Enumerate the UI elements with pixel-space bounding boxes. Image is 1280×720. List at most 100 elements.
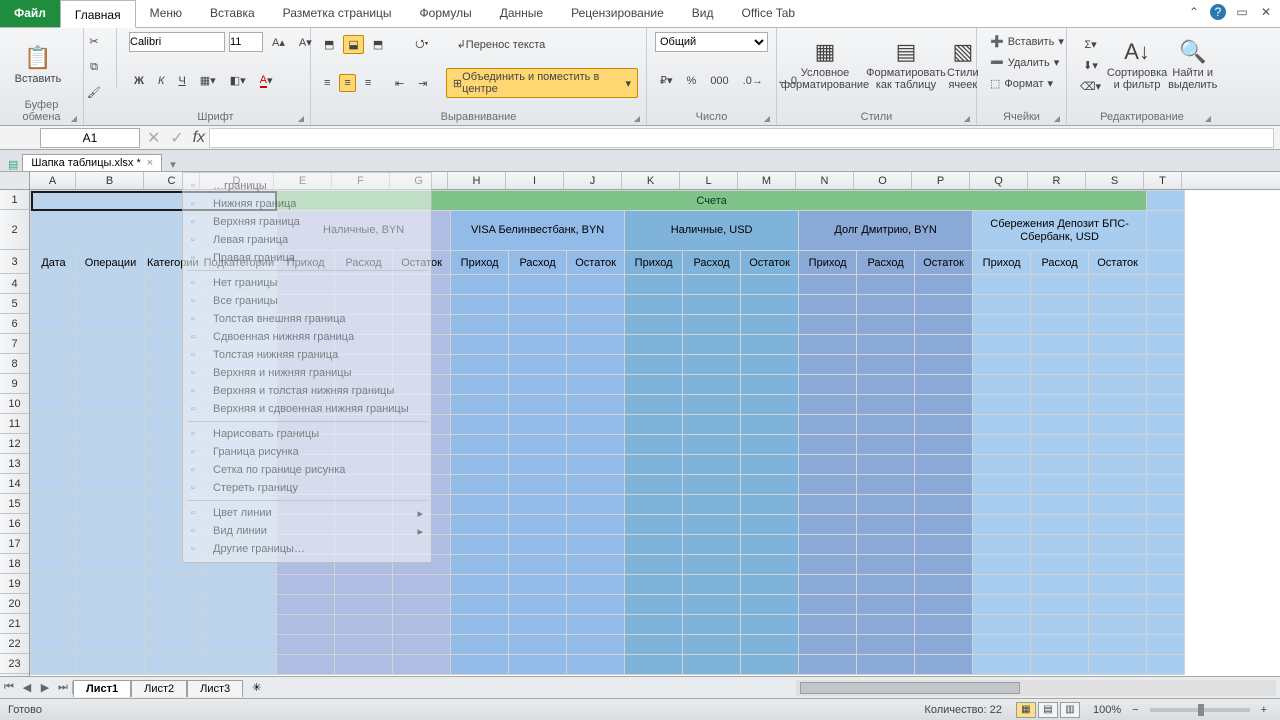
cell-L6[interactable] [683,315,741,335]
cell-O18[interactable] [857,555,915,575]
cell-M4[interactable] [741,275,799,295]
cell-K11[interactable] [625,415,683,435]
font-name-input[interactable] [129,32,225,52]
workbook-tab[interactable]: Шапка таблицы.xlsx *× [22,154,162,171]
cell-H17[interactable] [451,535,509,555]
cell-Q7[interactable] [973,335,1031,355]
cell-D23[interactable] [201,655,276,675]
col-header-O[interactable]: O [854,172,912,189]
cell-R14[interactable] [1031,475,1089,495]
cell-C19[interactable] [145,575,202,595]
cell-S10[interactable] [1089,395,1147,415]
cell-I12[interactable] [509,435,567,455]
cell-K22[interactable] [625,635,683,655]
cell-J16[interactable] [567,515,625,535]
italic-button[interactable]: К [153,72,169,90]
cell-M21[interactable] [741,615,799,635]
row-header-3[interactable]: 3 [0,250,29,274]
view-layout-button[interactable]: ▤ [1038,702,1058,718]
cut-button[interactable]: ✂ [84,32,104,51]
cell-N11[interactable] [799,415,857,435]
cell-Q14[interactable] [973,475,1031,495]
cell-R11[interactable] [1031,415,1089,435]
cell-Q11[interactable] [973,415,1031,435]
cell-R4[interactable] [1031,275,1089,295]
cell-R20[interactable] [1031,595,1089,615]
cell-P15[interactable] [915,495,973,515]
conditional-format-button[interactable]: ▦Условное форматирование [785,32,865,98]
font-size-input[interactable] [229,32,263,52]
cell-H18[interactable] [451,555,509,575]
cell-T14[interactable] [1147,475,1185,495]
base-header-1[interactable]: Операции [77,251,145,275]
cell-O4[interactable] [857,275,915,295]
row-header-21[interactable]: 21 [0,614,29,634]
col-header-P[interactable]: P [912,172,970,189]
cell-J5[interactable] [567,295,625,315]
cell-S11[interactable] [1089,415,1147,435]
cell-R6[interactable] [1031,315,1089,335]
cell-Q16[interactable] [973,515,1031,535]
cell-N21[interactable] [799,615,857,635]
cell-L16[interactable] [683,515,741,535]
window-close-icon[interactable]: ✕ [1258,4,1274,20]
cell-I20[interactable] [509,595,567,615]
cell-J19[interactable] [567,575,625,595]
cell-M17[interactable] [741,535,799,555]
col-header-M[interactable]: M [738,172,796,189]
cell-F23[interactable] [335,655,393,675]
cell-L5[interactable] [683,295,741,315]
cell-F19[interactable] [335,575,393,595]
workbook-list-icon[interactable]: ▤ [8,158,18,171]
cell-H14[interactable] [451,475,509,495]
cell-H10[interactable] [451,395,509,415]
align-right-button[interactable]: ≡ [360,74,376,92]
cell-B14[interactable] [77,475,145,495]
cell-R7[interactable] [1031,335,1089,355]
cell-R5[interactable] [1031,295,1089,315]
cell-O15[interactable] [857,495,915,515]
cell-M20[interactable] [741,595,799,615]
sub-header-4-1[interactable]: Расход [1031,251,1089,275]
cell-K5[interactable] [625,295,683,315]
cell-A6[interactable] [31,315,77,335]
cell-O21[interactable] [857,615,915,635]
cell-N9[interactable] [799,375,857,395]
worksheet[interactable]: ABCDEFGHIJKLMNOPQRST 1234567891011121314… [0,172,1280,676]
cell-P22[interactable] [915,635,973,655]
cell-B23[interactable] [77,655,145,675]
cell-P20[interactable] [915,595,973,615]
formula-input[interactable] [209,128,1274,148]
cell-O13[interactable] [857,455,915,475]
cell-T20[interactable] [1147,595,1185,615]
cell-M9[interactable] [741,375,799,395]
cell-Q6[interactable] [973,315,1031,335]
format-as-table-button[interactable]: ▤Форматировать как таблицу [867,32,945,98]
cell-J9[interactable] [567,375,625,395]
cell-D19[interactable] [201,575,276,595]
insert-cells-button[interactable]: ➕ Вставить ▾ [985,32,1058,51]
cell-G19[interactable] [393,575,451,595]
cell-S14[interactable] [1089,475,1147,495]
sheet-nav-next[interactable]: ▶ [36,681,54,694]
align-left-button[interactable]: ≡ [319,74,335,92]
col-header-B[interactable]: B [76,172,144,189]
col-header-R[interactable]: R [1028,172,1086,189]
cell-F20[interactable] [335,595,393,615]
format-painter-button[interactable]: 🖌 [84,83,104,102]
cell-K16[interactable] [625,515,683,535]
cell-H13[interactable] [451,455,509,475]
cell-T16[interactable] [1147,515,1185,535]
cell-K15[interactable] [625,495,683,515]
cell-B15[interactable] [77,495,145,515]
cell-E23[interactable] [277,655,335,675]
format-cells-button[interactable]: ⬚ Формат ▾ [985,74,1058,93]
cell-P5[interactable] [915,295,973,315]
cell-G23[interactable] [393,655,451,675]
cell-L23[interactable] [683,655,741,675]
col-header-L[interactable]: L [680,172,738,189]
increase-indent-button[interactable]: ⇥ [413,74,432,93]
cell-T4[interactable] [1147,275,1185,295]
ribbon-tab-Меню[interactable]: Меню [136,0,196,27]
cell-H4[interactable] [451,275,509,295]
